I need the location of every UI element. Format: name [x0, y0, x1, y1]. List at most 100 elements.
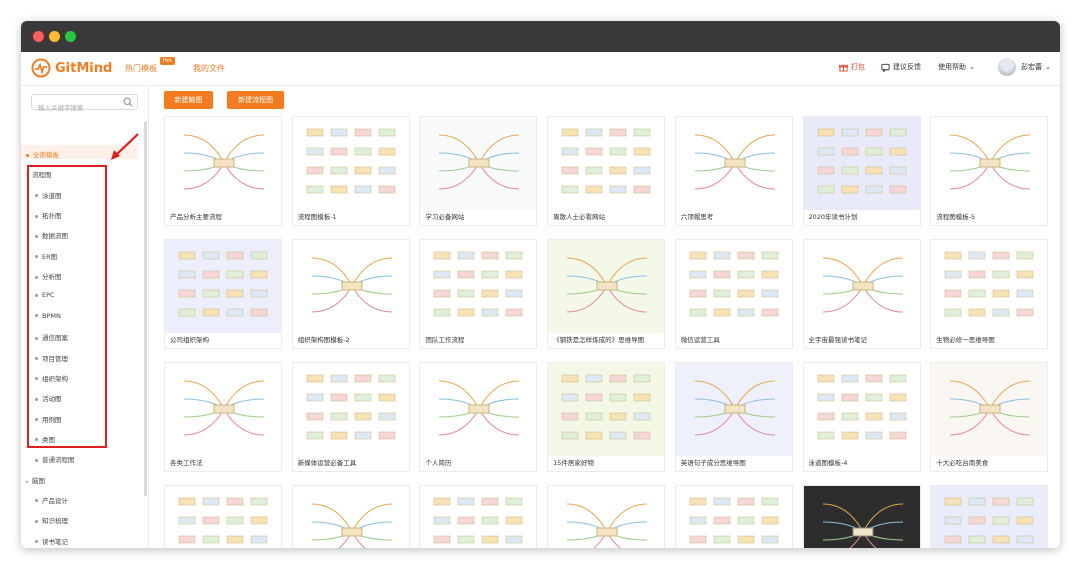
title-bar — [21, 21, 1060, 52]
app-header: GitMind 热门模板 Hot 我的文件 打包 建议反馈 使用帮助 ⌄ 彭宏蕾… — [21, 52, 1060, 86]
template-thumbnail — [803, 117, 920, 210]
template-card[interactable]: 组织架构图模板-2 — [291, 239, 410, 349]
thumbnail-preview-icon — [944, 251, 1034, 317]
template-title: 泳道图模板-4 — [808, 459, 848, 467]
close-window-button[interactable] — [33, 31, 44, 42]
sidebar-scrollbar[interactable] — [144, 121, 147, 496]
template-card[interactable]: 各类工作法 — [164, 362, 282, 472]
template-thumbnail — [292, 240, 409, 333]
thumbnail-preview-icon — [950, 134, 1031, 190]
template-thumbnail — [165, 117, 281, 210]
template-card[interactable]: 泳道图模板-4 — [802, 362, 921, 472]
feedback-link[interactable]: 建议反馈 — [881, 62, 921, 72]
template-card[interactable]: 十大必吃台南美食 — [930, 362, 1049, 472]
template-card[interactable]: 个人简历 — [419, 362, 538, 472]
template-thumbnail — [548, 486, 665, 548]
template-card[interactable]: 离散人士必看网站 — [547, 116, 666, 226]
upgrade-link[interactable]: 打包 — [839, 62, 865, 72]
template-card[interactable]: 流程图模板-5 — [930, 116, 1049, 226]
template-card[interactable]: 15件居家好物 — [547, 362, 666, 472]
sidebar-category-mindmap[interactable]: ▸ 脑图 — [26, 475, 45, 485]
template-card[interactable]: 全宇宙最强读书笔记 — [802, 239, 921, 349]
annotation-box — [27, 165, 107, 448]
thumbnail-preview-icon — [439, 134, 520, 190]
template-card[interactable] — [547, 485, 666, 548]
template-card[interactable]: 流程图模板-1 — [291, 116, 410, 226]
template-title: 团队工作流程 — [425, 336, 465, 344]
feedback-icon — [881, 63, 890, 72]
user-menu[interactable]: 彭宏蕾 ⌄ — [1021, 62, 1051, 72]
template-card[interactable]: 英语句子成分思维导图 — [674, 362, 793, 472]
nav-hot-templates[interactable]: 热门模板 — [125, 63, 157, 74]
thumbnail-preview-icon — [822, 503, 903, 548]
logo[interactable]: GitMind — [31, 58, 112, 78]
template-title: 15件居家好物 — [553, 459, 594, 467]
template-thumbnail — [292, 486, 409, 548]
template-title: 流程图模板-1 — [297, 213, 337, 221]
template-card[interactable]: 公司组织架构 — [164, 239, 282, 349]
template-card[interactable] — [164, 485, 282, 548]
thumbnail-preview-icon — [434, 251, 523, 317]
hot-badge: Hot — [160, 57, 175, 65]
sidebar-item-mind-1[interactable]: 知识梳理 — [35, 515, 68, 525]
template-card[interactable] — [291, 485, 410, 548]
template-title: 新媒体运营必备工具 — [297, 459, 357, 467]
template-card[interactable] — [930, 485, 1049, 548]
maximize-window-button[interactable] — [65, 31, 76, 42]
template-card[interactable]: 团队工作流程 — [419, 239, 538, 349]
template-title: 个人简历 — [425, 459, 452, 467]
search-input[interactable] — [32, 101, 117, 115]
thumbnail-preview-icon — [567, 503, 648, 548]
template-card[interactable]: 微信运营工具 — [674, 239, 793, 349]
search-icon[interactable] — [123, 97, 133, 107]
template-thumbnail — [803, 363, 920, 456]
template-thumbnail — [292, 363, 409, 456]
user-name: 彭宏蕾 — [1021, 63, 1042, 71]
thumbnail-preview-icon — [817, 374, 906, 440]
gift-icon — [839, 64, 848, 72]
help-menu[interactable]: 使用帮助 ⌄ — [938, 62, 975, 72]
template-thumbnail — [165, 240, 281, 333]
sidebar-item-label: 产品设计 — [42, 496, 68, 505]
minimize-window-button[interactable] — [49, 31, 60, 42]
template-thumbnail — [675, 363, 792, 456]
template-title: 生物必修一思维导图 — [936, 336, 995, 344]
template-card[interactable]: 《钢铁是怎样炼成的》思维导图 — [547, 239, 666, 349]
new-flowchart-button[interactable]: 新建流程图 — [227, 91, 284, 109]
sidebar-item-mind-0[interactable]: 产品设计 — [35, 495, 68, 505]
template-card[interactable] — [674, 485, 793, 548]
new-mind-map-button[interactable]: 新建脑图 — [164, 91, 213, 109]
template-thumbnail — [420, 117, 537, 210]
sidebar-item-mind-2[interactable]: 读书笔记 — [35, 536, 68, 546]
template-thumbnail — [803, 240, 920, 333]
thumbnail-preview-icon — [178, 251, 268, 317]
avatar[interactable] — [998, 58, 1016, 76]
template-thumbnail — [420, 363, 537, 456]
template-card[interactable]: 生物必修一思维导图 — [930, 239, 1049, 349]
help-label: 使用帮助 — [938, 63, 966, 71]
sidebar-item-flow-13[interactable]: 普通流程图 — [35, 454, 75, 464]
template-thumbnail — [165, 363, 281, 456]
template-card[interactable]: 六顶帽思考 — [674, 116, 793, 226]
bullet-icon — [35, 540, 38, 544]
sidebar-item-label: 普通流程图 — [42, 456, 75, 465]
template-card[interactable] — [419, 485, 538, 548]
template-card[interactable]: 2020年读书计划 — [802, 116, 921, 226]
thumbnail-preview-icon — [306, 374, 395, 440]
thumbnail-preview-icon — [694, 134, 775, 190]
template-thumbnail — [548, 363, 665, 456]
template-card[interactable]: 新媒体运营必备工具 — [291, 362, 410, 472]
template-card[interactable]: 产品分析主要流程 — [164, 116, 282, 226]
template-thumbnail — [292, 117, 409, 210]
template-card[interactable] — [802, 485, 921, 548]
thumbnail-preview-icon — [689, 251, 779, 317]
template-thumbnail — [165, 486, 281, 548]
sidebar-item-all-templates[interactable]: 全部模板 — [26, 149, 59, 159]
template-thumbnail — [931, 240, 1048, 333]
thumbnail-preview-icon — [944, 497, 1034, 544]
template-title: 产品分析主要流程 — [170, 213, 222, 221]
template-thumbnail — [420, 486, 537, 548]
template-title: 微信运营工具 — [680, 336, 720, 344]
nav-my-files[interactable]: 我的文件 — [193, 63, 225, 74]
template-card[interactable]: 学习必备网站 — [419, 116, 538, 226]
